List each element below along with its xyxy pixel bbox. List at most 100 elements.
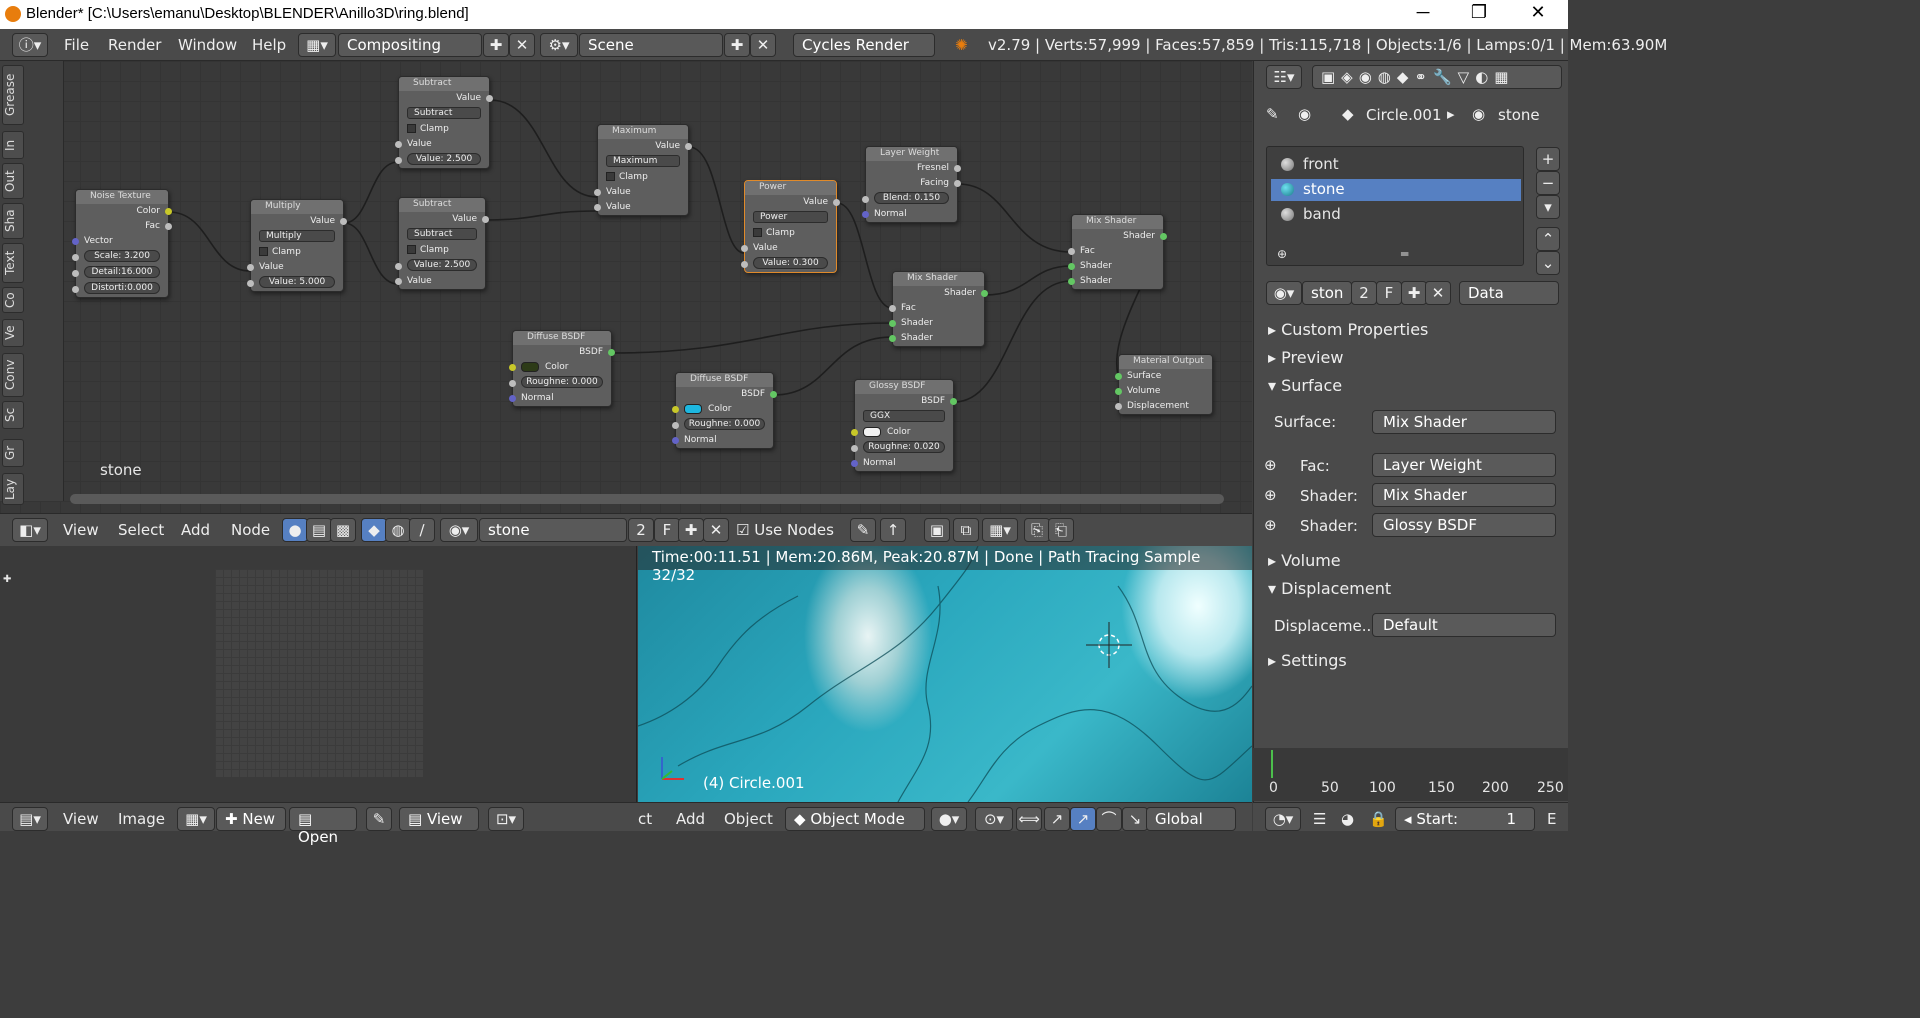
panel-settings[interactable]: ▸ Settings (1258, 648, 1563, 674)
menu-view[interactable]: View (63, 521, 99, 539)
operation-dropdown[interactable]: Power (753, 211, 828, 223)
menu-help[interactable]: Help (252, 36, 286, 54)
socket-shader-in-1[interactable]: Shader (889, 316, 984, 331)
socket-shader-in-2[interactable]: Shader (1068, 274, 1163, 289)
panel-custom-properties[interactable]: ▸ Custom Properties (1258, 317, 1563, 343)
operation-dropdown[interactable]: Maximum (606, 155, 680, 167)
menu-render[interactable]: Render (108, 36, 161, 54)
material-name-field[interactable]: ston (1302, 281, 1352, 305)
distortion-field[interactable]: Distorti:0.000 (84, 282, 160, 294)
panel-volume[interactable]: ▸ Volume (1258, 548, 1563, 574)
socket-normal-in[interactable]: Normal (862, 207, 957, 222)
pivot-icon[interactable]: ⊡▾ (488, 807, 524, 831)
panel-surface[interactable]: ▾ Surface (1258, 373, 1563, 399)
material-slots-list[interactable]: front stone band ⊕ ═ (1266, 146, 1524, 266)
menu-3d-view-cut[interactable]: ct (638, 810, 652, 828)
expand-fac-icon[interactable]: ⊕ (1264, 456, 1277, 474)
minimize-button[interactable]: ─ (1400, 2, 1446, 23)
screen-layout-icon[interactable]: ▦▾ (298, 33, 336, 57)
socket-bsdf-out[interactable]: BSDF (676, 387, 777, 402)
panel-displacement[interactable]: ▾ Displacement (1258, 576, 1563, 602)
socket-bsdf-out[interactable]: BSDF (513, 345, 615, 360)
node-mix-shader-2[interactable]: Mix Shader Shader Fac Shader Shader (1068, 214, 1167, 290)
transform-orientation-dropdown[interactable]: Global (1146, 807, 1236, 831)
unlink-material-icon[interactable]: ✕ (703, 518, 729, 542)
socket-value-in[interactable]: Value (395, 274, 485, 289)
use-nodes-checkbox[interactable]: ☑ Use Nodes (736, 521, 834, 539)
linestyle-icon[interactable]: ∕ (409, 518, 435, 542)
operation-dropdown[interactable]: Subtract (407, 228, 477, 240)
restore-button[interactable]: ❐ (1456, 2, 1502, 23)
detail-field[interactable]: Detail:16.000 (84, 266, 160, 278)
roughness-field[interactable]: Roughne: 0.000 (521, 376, 603, 388)
backdrop-icon[interactable]: ▣ (924, 518, 950, 542)
node-diffuse-bsdf-1[interactable]: Diffuse BSDF BSDF Color Roughne: 0.000 N… (509, 330, 615, 407)
close-button[interactable]: ✕ (1515, 2, 1561, 23)
value-field[interactable]: Value: 0.300 (753, 257, 828, 269)
menu-image[interactable]: Image (118, 810, 165, 828)
rotate-icon[interactable]: ↗ (1070, 807, 1096, 831)
node-math-maximum[interactable]: Maximum Value Maximum Clamp Value Value (594, 124, 692, 216)
current-frame-marker[interactable] (1271, 750, 1273, 778)
pin-context-icon[interactable]: ✎ (1266, 105, 1279, 123)
menu-3d-object[interactable]: Object (724, 810, 773, 828)
viewport-3d[interactable]: Time:00:11.51 | Mem:20.86M, Peak:20.87M … (638, 546, 1252, 802)
fake-user-button[interactable]: F (1376, 281, 1402, 305)
operation-dropdown[interactable]: Subtract (407, 107, 481, 119)
socket-fac-out[interactable]: Fac (76, 219, 172, 234)
parent-node-tree-icon[interactable]: ↑ (880, 518, 906, 542)
fac-input-field[interactable]: Layer Weight (1372, 453, 1556, 477)
translate-icon[interactable]: ↗ (1044, 807, 1070, 831)
move-slot-down-icon[interactable]: ⌄ (1536, 251, 1560, 275)
shader-nodes-icon[interactable]: ● (282, 518, 308, 542)
open-image-button[interactable]: ▤ Open (289, 807, 357, 846)
node-layer-weight[interactable]: Layer Weight Fresnel Facing Blend: 0.150… (862, 146, 961, 223)
socket-bsdf-out[interactable]: BSDF (855, 394, 957, 409)
new-material-icon[interactable]: ✚ (678, 518, 704, 542)
expand-shader1-icon[interactable]: ⊕ (1264, 486, 1277, 504)
clamp-checkbox[interactable]: Clamp (251, 245, 343, 260)
image-browse-icon[interactable]: ▦▾ (177, 807, 215, 831)
world-shader-icon[interactable]: ◍ (385, 518, 411, 542)
material-browse-icon[interactable]: ◉▾ (1266, 281, 1302, 305)
list-resize-handle-icon[interactable]: ═ (1401, 247, 1408, 261)
3d-cursor-icon[interactable] (1086, 622, 1132, 668)
pin-image-icon[interactable]: ✎ (366, 807, 392, 831)
value-field[interactable]: Value: 2.500 (407, 259, 477, 271)
socket-color-out[interactable]: Color (76, 204, 172, 219)
socket-value-in-1[interactable]: Value (594, 185, 688, 200)
new-material-icon[interactable]: ✚ (1401, 281, 1427, 305)
node-noise-texture[interactable]: Noise Texture Color Fac Vector Scale: 3.… (72, 189, 172, 298)
color-swatch[interactable]: Color (509, 360, 611, 375)
slot-menu-icon[interactable]: ▾ (1536, 195, 1560, 219)
menu-add[interactable]: Add (181, 521, 210, 539)
node-diffuse-bsdf-2[interactable]: Diffuse BSDF BSDF Color Roughne: 0.000 N… (672, 372, 777, 449)
menu-node[interactable]: Node (231, 521, 270, 539)
node-editor[interactable]: Grease In Out Sha Text Co Ve Conv Sc Gr … (0, 61, 1252, 513)
clamp-checkbox[interactable]: Clamp (598, 170, 688, 185)
remove-slot-icon[interactable]: − (1536, 171, 1560, 195)
socket-shader-in-2[interactable]: Shader (889, 331, 984, 346)
socket-fac-in[interactable]: Fac (1068, 244, 1163, 259)
clamp-checkbox[interactable]: Clamp (399, 243, 485, 258)
unlink-material-icon[interactable]: ✕ (1425, 281, 1451, 305)
material-users-count[interactable]: 2 (628, 518, 654, 542)
socket-shader-in-1[interactable]: Shader (1068, 259, 1163, 274)
editor-type-image-icon[interactable]: ▤▾ (12, 807, 48, 831)
value-field[interactable]: Value: 2.500 (407, 153, 481, 165)
socket-normal-in[interactable]: Normal (509, 391, 611, 406)
socket-value-out[interactable]: Value (745, 195, 840, 210)
scene-field[interactable]: Scene (579, 33, 723, 57)
distribution-dropdown[interactable]: GGX (863, 410, 945, 422)
add-slot-icon[interactable]: + (1536, 147, 1560, 171)
manipulator-scale-icon[interactable]: ↘ (1122, 807, 1148, 831)
timeline[interactable]: 0 50 100 150 200 250 (1253, 748, 1568, 801)
horizontal-scrollbar[interactable] (70, 494, 1224, 504)
socket-value-out[interactable]: Value (399, 212, 489, 227)
manipulator-icon[interactable]: ⟺ (1016, 807, 1042, 831)
list-item[interactable]: stone (1271, 179, 1521, 201)
socket-shader-out[interactable]: Shader (893, 286, 988, 301)
keyframe-icon[interactable]: ◕ (1341, 810, 1354, 828)
socket-surface-in[interactable]: Surface (1115, 369, 1212, 384)
image-editor[interactable]: ✚ (0, 546, 637, 802)
